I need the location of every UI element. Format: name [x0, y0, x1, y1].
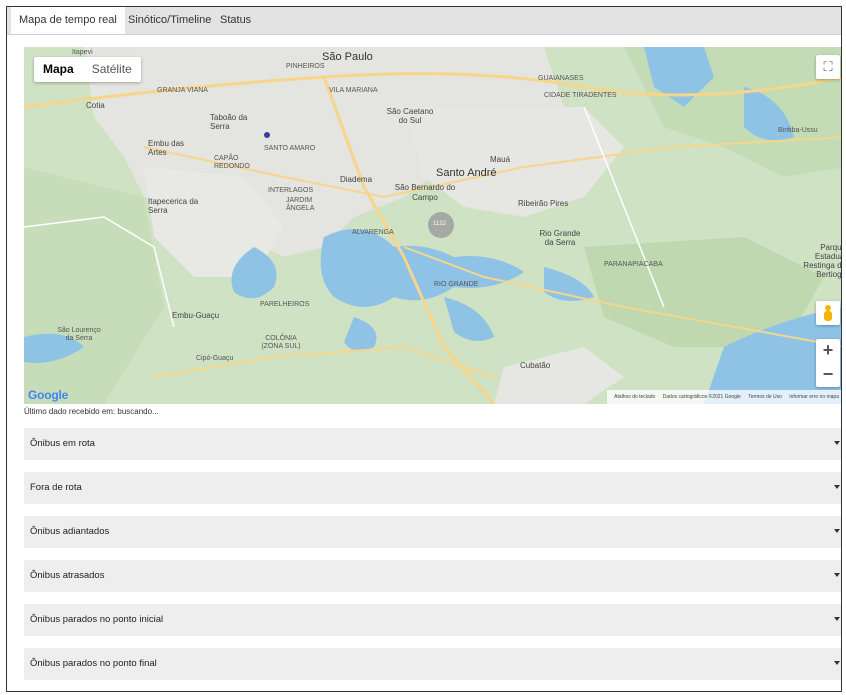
- panel-off-route[interactable]: Fora de rota: [24, 472, 841, 504]
- map-label: COLÔNIA (ZONA SUL): [261, 335, 301, 350]
- last-data-status: Último dado recebido em: buscando...: [24, 407, 159, 416]
- map-label: Embu-Guaçu: [172, 311, 220, 320]
- zoom-out-icon[interactable]: −: [816, 363, 840, 387]
- chevron-down-icon: [834, 617, 840, 621]
- fullscreen-icon[interactable]: ⛶: [816, 55, 840, 79]
- tab-label: Sinótico/Timeline: [128, 14, 212, 26]
- map-label: Diadema: [340, 175, 373, 184]
- map-label: Taboão da Serra: [210, 113, 248, 131]
- map-label: SANTO AMARO: [264, 145, 316, 152]
- panel-title: Fora de rota: [30, 482, 82, 493]
- map-label: RIO GRANDE: [434, 281, 479, 288]
- map-label: CIDADE TIRADENTES: [544, 92, 617, 99]
- panel-buses-late[interactable]: Ônibus atrasados: [24, 560, 841, 592]
- map-label: São Caetano do Sul: [386, 107, 434, 125]
- zoom-in-icon[interactable]: +: [816, 339, 840, 363]
- map-label: CAPÃO REDONDO: [214, 155, 250, 170]
- map-type-map-button[interactable]: Mapa: [34, 57, 83, 82]
- zoom-control: + −: [816, 339, 840, 387]
- panel-stopped-final[interactable]: Ônibus parados no ponto final: [24, 648, 841, 680]
- panel-stopped-initial[interactable]: Ônibus parados no ponto inicial: [24, 604, 841, 636]
- map-data-text: Dados cartográficos ©2021 Google: [662, 394, 741, 400]
- street-view-pegman-icon[interactable]: [816, 301, 840, 325]
- panel-buses-on-route[interactable]: Ônibus em rota: [24, 428, 841, 460]
- chevron-down-icon: [834, 441, 840, 445]
- app-frame: Mapa de tempo real Sinótico/Timeline Sta…: [6, 6, 842, 692]
- google-logo[interactable]: Google: [28, 388, 68, 402]
- map-label: GUAIANASES: [538, 75, 584, 82]
- map-label: Biritiba-Ussu: [778, 127, 818, 134]
- panel-buses-early[interactable]: Ônibus adiantados: [24, 516, 841, 548]
- tab-synoptic-timeline[interactable]: Sinótico/Timeline: [120, 7, 219, 34]
- panel-title: Ônibus em rota: [30, 438, 95, 449]
- map-label: Embu das Artes: [148, 139, 185, 157]
- map-label: Cotia: [86, 101, 105, 110]
- map-attribution: Atalhos do teclado Dados cartográficos ©…: [607, 390, 841, 404]
- map-label: Rio Grande da Serra: [539, 229, 581, 247]
- map-label: Santo André: [436, 167, 497, 179]
- map-label: JARDIM ÂNGELA: [286, 197, 315, 212]
- panel-title: Ônibus atrasados: [30, 570, 105, 581]
- tab-label: Status: [220, 14, 252, 26]
- chevron-down-icon: [834, 661, 840, 665]
- tab-status[interactable]: Status: [212, 7, 259, 34]
- map-label: Itapevi: [72, 49, 93, 56]
- map-label: Itapecerica da Serra: [148, 197, 199, 215]
- tab-real-time-map[interactable]: Mapa de tempo real: [11, 7, 125, 34]
- map-label: São Lourenço da Serra: [57, 327, 101, 342]
- map-label: Mauá: [490, 155, 511, 164]
- map-label: Ribeirão Pires: [518, 199, 569, 208]
- map-type-satellite-button[interactable]: Satélite: [83, 57, 141, 82]
- map-canvas[interactable]: Itapevi São Paulo PINHEIROS VILA MARIANA…: [24, 47, 842, 404]
- map-label: Parque Estadual Restinga de Bertioga: [803, 243, 842, 279]
- map-label: GRANJA VIANA: [157, 87, 208, 94]
- terms-link[interactable]: Termos de Uso: [748, 394, 782, 400]
- map-label: São Paulo: [322, 51, 373, 63]
- map-label: PINHEIROS: [286, 63, 325, 70]
- panel-title: Ônibus parados no ponto inicial: [30, 614, 164, 625]
- map-type-control: Mapa Satélite: [34, 57, 141, 82]
- map-label: INTERLAGOS: [268, 187, 314, 194]
- map-label: PARELHEIROS: [260, 301, 310, 308]
- map-label: PARANAPIACABA: [604, 261, 663, 268]
- report-error-link[interactable]: Informar erro no mapa: [789, 394, 839, 400]
- chevron-down-icon: [834, 529, 840, 533]
- pegman-body: [824, 311, 832, 321]
- map-label: ALVARENGA: [352, 229, 394, 236]
- cluster-count[interactable]: 1122: [433, 221, 446, 227]
- keyboard-shortcuts-link[interactable]: Atalhos do teclado: [614, 394, 655, 400]
- map-label: Cipó-Guaçu: [196, 355, 234, 362]
- chevron-down-icon: [834, 485, 840, 489]
- chevron-down-icon: [834, 573, 840, 577]
- tab-label: Mapa de tempo real: [19, 14, 117, 26]
- panel-title: Ônibus parados no ponto final: [30, 658, 157, 669]
- panel-title: Ônibus adiantados: [30, 526, 110, 537]
- map-label: VILA MARIANA: [329, 87, 378, 94]
- tab-bar: Mapa de tempo real Sinótico/Timeline Sta…: [7, 7, 841, 35]
- map-label: São Bernardo do Campo: [394, 183, 456, 202]
- map-label: Cubatão: [520, 361, 551, 370]
